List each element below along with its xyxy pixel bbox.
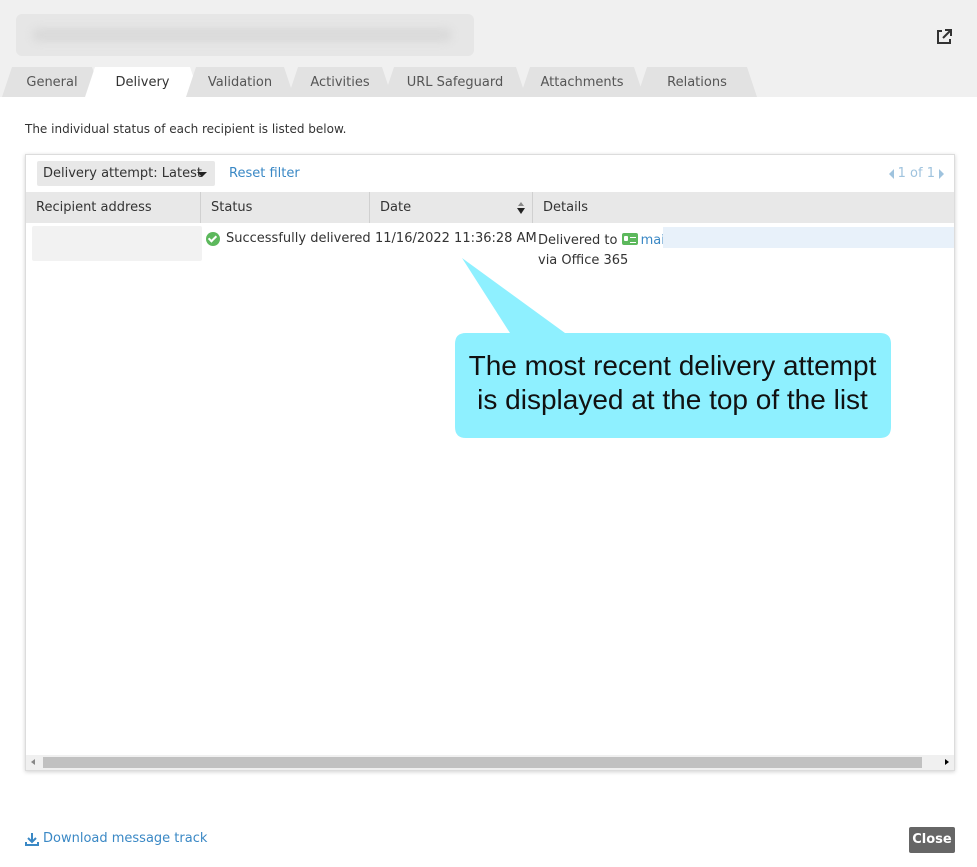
popout-icon[interactable] xyxy=(934,27,954,47)
pager-label: 1 of 1 xyxy=(897,166,935,181)
delivery-attempt-label: Delivery attempt: Latest xyxy=(43,166,202,181)
table-header: Recipient address Status Date Details xyxy=(26,192,954,223)
tab-validation[interactable]: Validation xyxy=(186,67,294,97)
tab-activities[interactable]: Activities xyxy=(288,67,392,97)
callout-line-2: is displayed at the top of the list xyxy=(477,384,868,415)
column-header-status[interactable]: Status xyxy=(200,192,369,223)
status-text: Successfully delivered xyxy=(226,231,371,246)
tab-attachments[interactable]: Attachments xyxy=(520,67,644,97)
intro-text: The individual status of each recipient … xyxy=(25,122,347,136)
check-circle-icon xyxy=(206,231,220,246)
date-cell: 11/16/2022 11:36:28 AM xyxy=(375,231,537,246)
status-cell: Successfully delivered xyxy=(206,231,371,246)
scroll-left-icon[interactable] xyxy=(31,759,35,765)
callout-text: The most recent delivery attempt is disp… xyxy=(455,349,890,417)
download-label: Download message track xyxy=(43,831,208,846)
column-header-date-label: Date xyxy=(380,200,412,215)
details-prefix: Delivered to xyxy=(538,233,618,248)
details-suffix: via Office 365 xyxy=(538,253,629,268)
horizontal-scrollbar[interactable] xyxy=(26,755,954,770)
mail-address-redacted xyxy=(663,227,954,248)
delivery-attempt-dropdown[interactable]: Delivery attempt: Latest xyxy=(37,161,215,186)
scroll-right-icon[interactable] xyxy=(945,759,949,765)
details-cell: Delivered to mail via Office 365 xyxy=(538,231,668,271)
sort-descending-icon[interactable] xyxy=(516,201,526,215)
table-row[interactable]: Successfully delivered 11/16/2022 11:36:… xyxy=(26,223,954,273)
column-header-date[interactable]: Date xyxy=(369,192,532,223)
previous-page-icon[interactable] xyxy=(888,168,894,179)
message-subject-redacted xyxy=(16,14,474,56)
callout-line-1: The most recent delivery attempt xyxy=(468,350,877,381)
download-icon xyxy=(25,832,39,846)
pager: 1 of 1 xyxy=(888,166,944,181)
chevron-down-icon xyxy=(197,172,207,177)
column-header-recipient[interactable]: Recipient address xyxy=(26,192,200,223)
delivery-panel: Delivery attempt: Latest Reset filter 1 … xyxy=(25,154,955,771)
column-header-details[interactable]: Details xyxy=(532,192,954,223)
download-message-track-link[interactable]: Download message track xyxy=(25,831,207,846)
tab-url-safeguard[interactable]: URL Safeguard xyxy=(384,67,526,97)
tab-bar: General Delivery Validation Activities U… xyxy=(0,67,977,97)
close-button[interactable]: Close xyxy=(909,827,955,853)
reset-filter-link[interactable]: Reset filter xyxy=(229,166,300,181)
recipient-address-redacted xyxy=(32,226,202,261)
scrollbar-thumb[interactable] xyxy=(43,757,922,768)
next-page-icon[interactable] xyxy=(939,168,944,179)
contact-card-icon xyxy=(621,233,638,245)
tab-delivery[interactable]: Delivery xyxy=(85,67,200,97)
tab-relations[interactable]: Relations xyxy=(637,67,757,97)
